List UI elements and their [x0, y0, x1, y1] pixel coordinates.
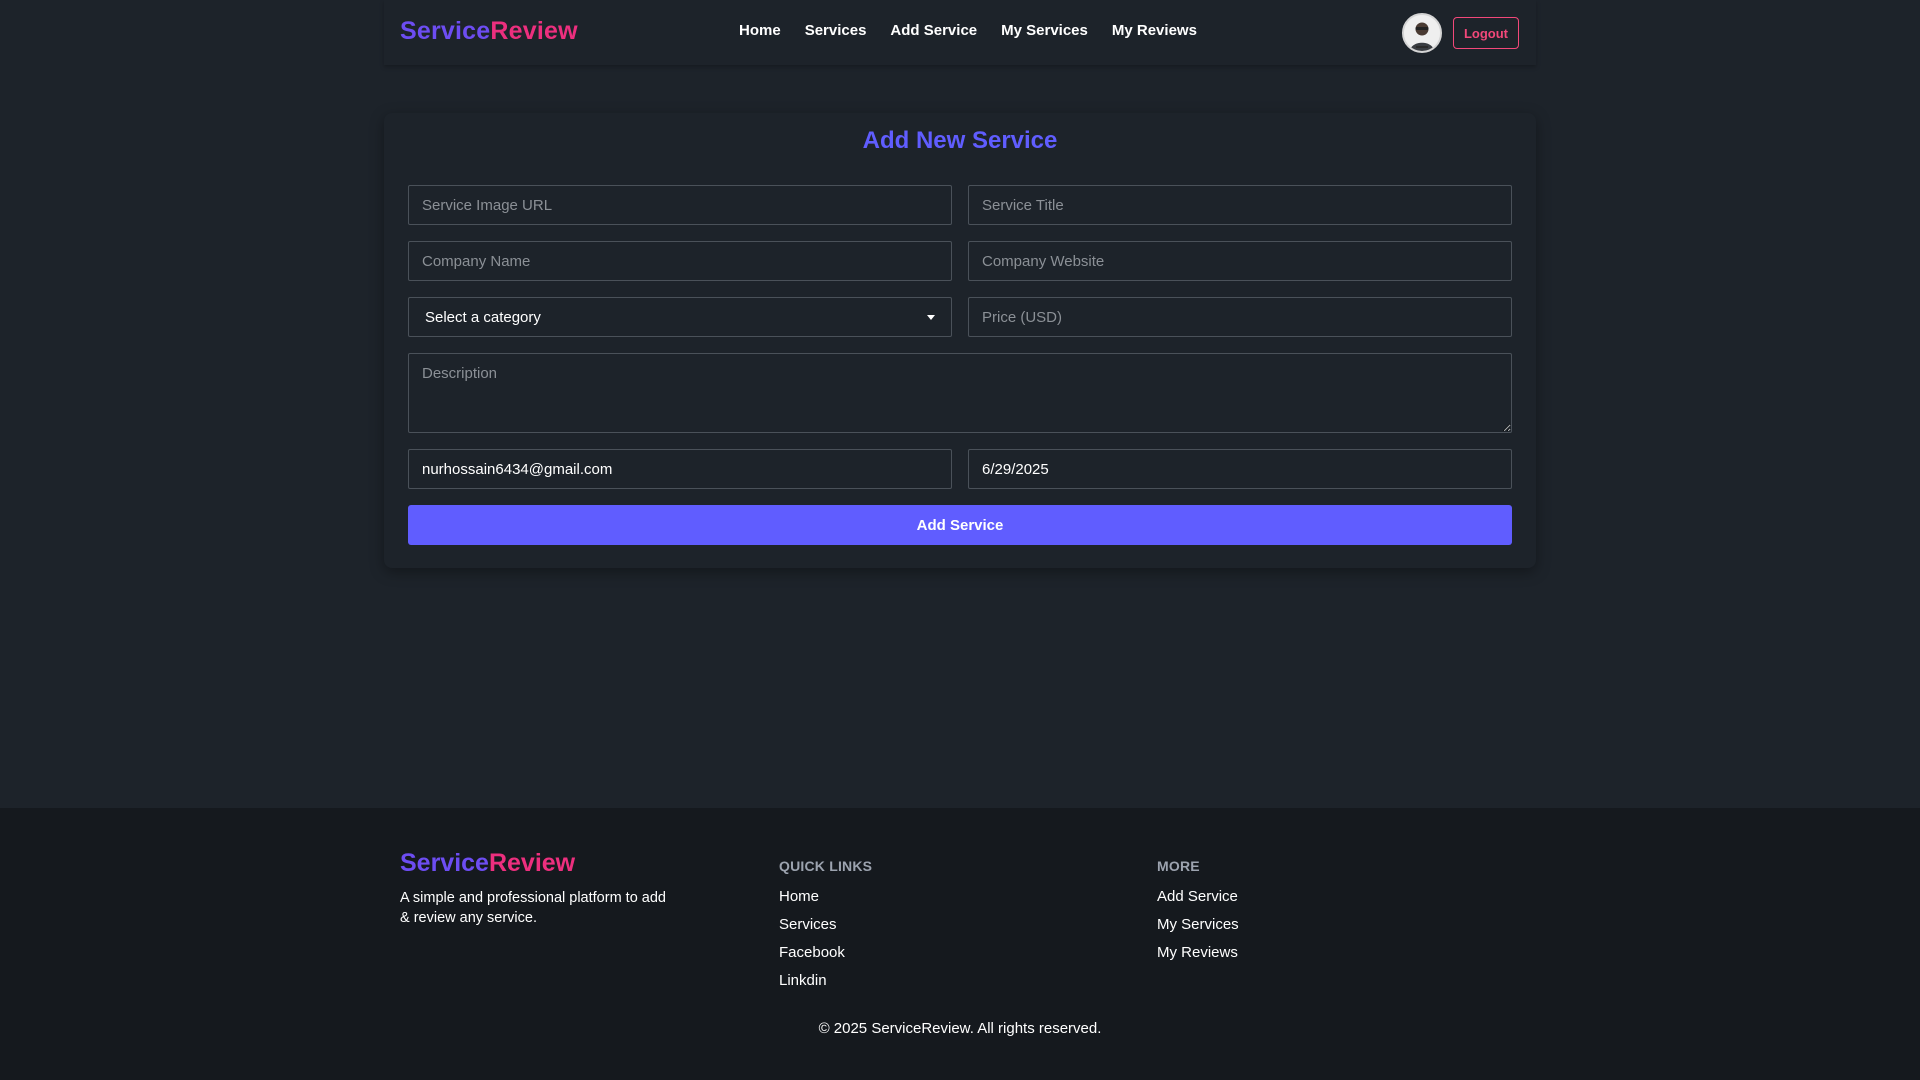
add-service-button[interactable]: Add Service [408, 505, 1512, 545]
service-image-url-input[interactable] [408, 185, 952, 225]
chevron-down-icon [927, 315, 935, 320]
avatar[interactable] [1402, 13, 1442, 53]
quick-links-heading: QUICK LINKS [779, 858, 873, 874]
copyright: © 2025 ServiceReview. All rights reserve… [818, 1020, 1102, 1037]
footer-brand-logo[interactable]: ServiceReview [400, 849, 575, 878]
main-nav: Home Services Add Service My Services My… [739, 22, 1197, 39]
footer-brand-part-review: Review [488, 849, 576, 877]
footer-brand-part-service: Service [400, 849, 489, 877]
footer-link-my-services[interactable]: My Services [1157, 916, 1239, 933]
navbar: ServiceReview Home Services Add Service … [384, 0, 1536, 65]
more-heading: MORE [1157, 858, 1200, 874]
footer-link-services[interactable]: Services [779, 916, 837, 933]
page-title: Add New Service [862, 127, 1058, 154]
nav-services[interactable]: Services [805, 22, 867, 39]
nav-home[interactable]: Home [739, 22, 781, 39]
email-field[interactable] [408, 449, 952, 489]
footer-more-links: MORE Add Service My Services My Reviews [1157, 849, 1239, 972]
service-title-input[interactable] [968, 185, 1512, 225]
date-field[interactable] [968, 449, 1512, 489]
footer-link-my-reviews[interactable]: My Reviews [1157, 944, 1238, 961]
description-textarea[interactable] [408, 353, 1512, 433]
avatar-icon [1404, 15, 1440, 51]
brand-part-service: Service [400, 17, 491, 45]
footer-description: A simple and professional platform to ad… [400, 890, 666, 926]
company-name-input[interactable] [408, 241, 952, 281]
brand-part-review: Review [490, 17, 578, 45]
brand-logo[interactable]: ServiceReview [400, 17, 578, 46]
nav-my-reviews[interactable]: My Reviews [1112, 22, 1197, 39]
company-website-input[interactable] [968, 241, 1512, 281]
category-select-value: Select a category [425, 308, 541, 326]
footer-link-facebook[interactable]: Facebook [779, 944, 845, 961]
price-input[interactable] [968, 297, 1512, 337]
footer-link-add-service[interactable]: Add Service [1157, 888, 1238, 905]
footer-quick-links: QUICK LINKS Home Services Facebook Linkd… [779, 849, 872, 1000]
nav-my-services[interactable]: My Services [1001, 22, 1088, 39]
logout-button[interactable]: Logout [1453, 17, 1519, 49]
footer-link-home[interactable]: Home [779, 888, 819, 905]
footer-link-linkedin[interactable]: Linkdin [779, 972, 827, 989]
add-service-card: Add New Service Select a category Add Se… [384, 113, 1536, 568]
footer: ServiceReview A simple and professional … [0, 808, 1920, 1080]
nav-add-service[interactable]: Add Service [890, 22, 977, 39]
category-select[interactable]: Select a category [408, 297, 952, 337]
